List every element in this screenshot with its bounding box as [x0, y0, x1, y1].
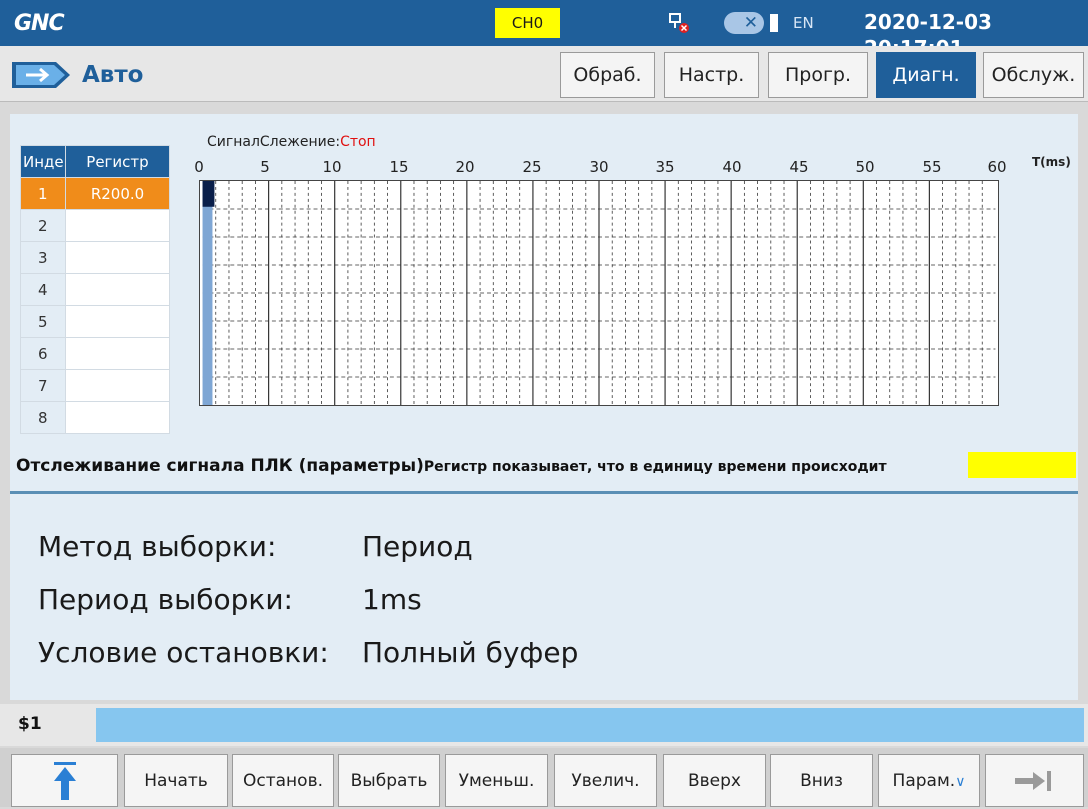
signal-trace-status: Стоп [340, 134, 376, 150]
down-button[interactable]: Вниз [770, 754, 873, 807]
row-index: 6 [20, 337, 66, 370]
arrow-right-end-icon [1014, 771, 1051, 791]
tick-label: 30 [589, 158, 609, 176]
chevron-double-down-icon: ∨ [955, 774, 966, 790]
start-button[interactable]: Начать [124, 754, 228, 807]
row-index: 7 [20, 369, 66, 402]
row-register[interactable] [65, 369, 170, 402]
language-indicator[interactable]: EN [793, 12, 814, 34]
increase-button[interactable]: Увелич. [554, 754, 657, 807]
command-input[interactable] [96, 708, 1084, 742]
signal-bar [202, 181, 213, 405]
tick-label: 60 [987, 158, 1007, 176]
table-row[interactable]: 6 [20, 337, 170, 370]
row-register[interactable] [65, 209, 170, 242]
tab-settings[interactable]: Настр. [664, 52, 759, 98]
description-line: Отслеживание сигнала ПЛК (параметры)Реги… [16, 454, 976, 479]
row-register[interactable] [65, 337, 170, 370]
row-index: 8 [20, 401, 66, 434]
table-row[interactable]: 5 [20, 305, 170, 338]
signal-trace-title: СигналСлежение:Стоп [207, 133, 376, 151]
param-value-stop-condition: Полный буфер [362, 636, 579, 669]
decrease-button[interactable]: Уменьш. [445, 754, 548, 807]
tab-service[interactable]: Обслуж. [983, 52, 1084, 98]
params-button[interactable]: Парам.∨ [878, 754, 980, 807]
tick-label: 45 [789, 158, 809, 176]
table-row[interactable]: 2 [20, 209, 170, 242]
divider [10, 491, 1078, 494]
param-value-sampling-method: Период [362, 530, 473, 563]
stop-button[interactable]: Останов. [232, 754, 334, 807]
row-index: 4 [20, 273, 66, 306]
tab-diagnostics[interactable]: Диагн. [876, 52, 976, 98]
tick-label: 5 [260, 158, 270, 176]
tab-processing[interactable]: Обраб. [560, 52, 655, 98]
app-logo: GNC [14, 11, 65, 36]
mode-label: Авто [82, 62, 144, 88]
table-row[interactable]: 7 [20, 369, 170, 402]
time-unit-label: T(ms) [1032, 155, 1071, 169]
network-error-icon [669, 13, 689, 33]
description-title: Отслеживание сигнала ПЛК (параметры) [16, 456, 424, 476]
tick-label: 25 [522, 158, 542, 176]
tick-label: 50 [855, 158, 875, 176]
next-page-button[interactable] [985, 754, 1084, 807]
up-arrow-icon [53, 762, 76, 800]
table-row[interactable]: 3 [20, 241, 170, 274]
tick-label: 20 [455, 158, 475, 176]
tick-label: 35 [655, 158, 675, 176]
signal-trace-graph[interactable] [199, 180, 999, 406]
up-button[interactable]: Вверх [663, 754, 766, 807]
table-row[interactable]: 1 R200.0 [20, 177, 170, 210]
tick-label: 10 [322, 158, 342, 176]
row-register[interactable] [65, 401, 170, 434]
param-label-sampling-period: Период выборки: [38, 583, 293, 616]
params-button-label: Парам. [892, 771, 956, 791]
row-register[interactable] [65, 241, 170, 274]
row-register[interactable]: R200.0 [65, 177, 170, 210]
param-label-stop-condition: Условие остановки: [38, 636, 329, 669]
channel-indicator[interactable]: CH0 [495, 8, 560, 38]
tick-label: 55 [922, 158, 942, 176]
row-register[interactable] [65, 273, 170, 306]
column-header-index: Индекс [20, 145, 66, 178]
param-value-sampling-period: 1ms [362, 583, 422, 616]
command-prompt: $1 [18, 714, 42, 734]
column-header-register: Регистр [65, 145, 170, 178]
signal-trace-label: СигналСлежение: [207, 134, 341, 150]
tick-label: 40 [722, 158, 742, 176]
tick-label: 0 [194, 158, 204, 176]
row-register[interactable] [65, 305, 170, 338]
tab-program[interactable]: Прогр. [768, 52, 868, 98]
battery-icon [770, 14, 778, 32]
table-row[interactable]: 8 [20, 401, 170, 434]
home-button[interactable] [11, 754, 118, 807]
tick-label: 15 [389, 158, 409, 176]
yellow-indicator [968, 452, 1076, 478]
row-index: 1 [20, 177, 66, 210]
param-label-sampling-method: Метод выборки: [38, 530, 277, 563]
mode-arrow-icon [12, 62, 70, 88]
description-text: Регистр показывает, что в единицу времен… [423, 459, 887, 475]
table-row[interactable]: 4 [20, 273, 170, 306]
register-table: Индекс Регистр 1 R200.0 2 3 4 5 6 7 8 [20, 145, 170, 434]
trace-cursor [202, 181, 215, 207]
select-button[interactable]: Выбрать [338, 754, 440, 807]
keyboard-close-icon[interactable]: ✕ [724, 12, 764, 34]
row-index: 5 [20, 305, 66, 338]
row-index: 3 [20, 241, 66, 274]
table-header: Индекс Регистр [20, 145, 170, 178]
row-index: 2 [20, 209, 66, 242]
